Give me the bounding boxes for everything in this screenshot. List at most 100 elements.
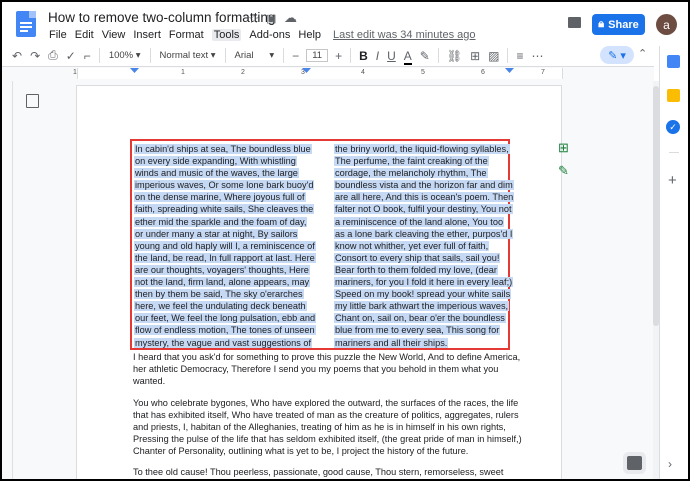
vertical-ruler[interactable] xyxy=(2,81,13,479)
side-panel xyxy=(659,46,688,479)
menu-view[interactable]: View xyxy=(102,29,126,41)
text-line: a reminiscence of the land alone, You to… xyxy=(334,216,508,228)
selected-text: wanted. xyxy=(133,376,166,386)
keep-icon[interactable] xyxy=(667,89,680,102)
align-icon[interactable]: ≡ xyxy=(516,49,523,63)
selected-text: faith, spreading white sails, She cleave… xyxy=(134,204,315,215)
menu-edit[interactable]: Edit xyxy=(75,29,94,41)
paragraph[interactable]: You who celebrate bygones, Who have expl… xyxy=(133,397,522,457)
selected-text: young and old haply will I, a reminiscen… xyxy=(134,240,316,251)
menu-bar: File Edit View Insert Format Tools Add-o… xyxy=(49,29,484,41)
increase-font-size-button[interactable]: + xyxy=(335,49,342,63)
side-panel-divider xyxy=(669,152,679,153)
right-column[interactable]: the briny world, the liquid-flowing syll… xyxy=(334,143,515,349)
text-line: or under many a star at night, By sailor… xyxy=(134,228,310,240)
toolbar-divider xyxy=(149,48,151,63)
text-line: mariners and all their ships. xyxy=(334,337,508,349)
left-column[interactable]: In cabin'd ships at sea, The boundless b… xyxy=(134,143,317,349)
selected-text: You who celebrate bygones, Who have expl… xyxy=(133,398,519,408)
ruler-tick: 7 xyxy=(541,69,545,76)
toolbar: ↶ ↷ ⎙ ✓ ⌐ 100% ▾ Normal text ▾ Arial ▾ −… xyxy=(8,46,653,65)
selected-text: then by them be said, The sky o'erarches xyxy=(134,289,304,300)
star-icon[interactable]: ☆ xyxy=(248,11,260,27)
text-line: the land, be read, In full rapport at la… xyxy=(134,252,316,264)
text-line: wanted. xyxy=(133,375,520,387)
text-line: winds and music of the waves, the large xyxy=(134,167,310,179)
docs-logo-line xyxy=(20,26,32,28)
ruler-tick: 4 xyxy=(361,69,365,76)
outline-icon[interactable] xyxy=(26,94,39,108)
suggest-edit-icon[interactable]: ✎ xyxy=(558,163,569,179)
add-comment-icon[interactable]: ⊞ xyxy=(558,140,569,156)
text-line: on every side expanding, With whistling xyxy=(134,155,310,167)
last-edit-link[interactable]: Last edit was 34 minutes ago xyxy=(333,29,475,41)
text-line: then by them be said, The sky o'erarches xyxy=(134,288,310,300)
chevron-right-icon[interactable]: › xyxy=(668,457,672,471)
menu-tools[interactable]: Tools xyxy=(211,29,242,41)
text-line: here, we feel the undulating deck beneat… xyxy=(134,300,310,312)
text-line: mariners, for you I fold it here in ever… xyxy=(334,276,514,288)
spellcheck-icon[interactable]: ✓ xyxy=(66,49,76,63)
two-column-section[interactable]: In cabin'd ships at sea, The boundless b… xyxy=(130,139,515,350)
tasks-icon[interactable]: ✓ xyxy=(666,120,680,134)
selected-text: I heard that you ask'd for something to … xyxy=(133,352,521,362)
font-size-input[interactable]: 11 xyxy=(306,49,329,62)
menu-addons[interactable]: Add-ons xyxy=(249,29,290,41)
paragraph[interactable]: I heard that you ask'd for something to … xyxy=(133,351,520,387)
text-line: as a lone bark cleaving the ether, purpo… xyxy=(334,228,514,240)
menu-file[interactable]: File xyxy=(49,29,67,41)
selected-text: Chanter of Personality, outlining what i… xyxy=(133,446,469,456)
text-line: young and old haply will I, a reminiscen… xyxy=(134,240,316,252)
text-line: are our thoughts, voyagers' thoughts, He… xyxy=(134,264,310,276)
menu-help[interactable]: Help xyxy=(298,29,321,41)
bold-button[interactable]: B xyxy=(359,49,368,63)
calendar-icon[interactable] xyxy=(667,55,680,68)
avatar[interactable]: a xyxy=(656,14,677,35)
insert-comment-icon[interactable]: ⊞ xyxy=(470,49,480,63)
paragraph[interactable]: To thee old cause! Thou peerless, passio… xyxy=(133,466,503,478)
cloud-icon[interactable]: ☁ xyxy=(284,10,297,26)
docs-logo-line xyxy=(20,30,28,32)
chevron-up-icon[interactable]: ⌃ xyxy=(638,47,647,60)
text-line: our feet, We feel the long pulsation, eb… xyxy=(134,312,317,324)
image-icon[interactable]: ▨ xyxy=(488,49,499,63)
more-icon[interactable]: ⋯ xyxy=(532,49,544,63)
undo-icon[interactable]: ↶ xyxy=(12,49,22,63)
selected-text: the briny world, the liquid-flowing syll… xyxy=(334,144,510,154)
paint-format-icon[interactable]: ⌐ xyxy=(84,49,91,63)
ruler[interactable]: 1 1 2 3 4 5 6 7 xyxy=(73,68,563,79)
zoom-select[interactable]: 100% ▾ xyxy=(109,50,141,61)
menu-format[interactable]: Format xyxy=(169,29,204,41)
selected-text: ether mid the sparkle and the foam of da… xyxy=(134,216,308,227)
toolbar-divider xyxy=(224,48,226,63)
document-title[interactable]: How to remove two-column formatting xyxy=(48,10,275,25)
italic-button[interactable]: I xyxy=(376,49,379,63)
style-select[interactable]: Normal text ▾ xyxy=(160,50,216,61)
docs-logo[interactable] xyxy=(16,11,36,37)
font-select[interactable]: Arial ▾ xyxy=(235,50,275,61)
selected-text: mariners and all their ships. xyxy=(334,337,449,348)
menu-insert[interactable]: Insert xyxy=(133,29,161,41)
text-line: not the land, firm land, alone appears, … xyxy=(134,276,311,288)
decrease-font-size-button[interactable]: − xyxy=(292,49,299,63)
share-label: Share xyxy=(608,18,639,31)
text-line: cordage, the melancholy rhythm, The xyxy=(334,167,508,179)
edit-mode-icon[interactable]: ✎ ▾ xyxy=(600,46,634,64)
text-color-button[interactable]: A xyxy=(403,49,412,65)
redo-icon[interactable]: ↷ xyxy=(30,49,40,63)
text-line: The perfume, the faint creaking of the xyxy=(334,155,508,167)
selected-text: Consort to every ship that sails, sail y… xyxy=(334,252,501,263)
selected-text: are our thoughts, voyagers' thoughts, He… xyxy=(134,264,310,275)
print-icon[interactable]: ⎙ xyxy=(48,48,58,63)
underline-button[interactable]: U xyxy=(387,49,396,63)
text-line: In cabin'd ships at sea, The boundless b… xyxy=(134,143,312,155)
share-button[interactable]: 🔒︎ Share xyxy=(592,14,645,35)
text-line: on the dense marine, Where joyous full o… xyxy=(134,191,310,203)
link-icon[interactable]: ⛓ xyxy=(447,49,462,63)
comment-history-icon[interactable] xyxy=(568,17,581,28)
selected-text: In cabin'd ships at sea, The boundless b… xyxy=(134,144,312,154)
explore-icon[interactable] xyxy=(627,456,642,470)
highlight-icon[interactable]: ✎ xyxy=(420,49,430,63)
move-icon[interactable]: ▣ xyxy=(266,12,276,25)
add-icon[interactable]: + xyxy=(668,172,677,189)
